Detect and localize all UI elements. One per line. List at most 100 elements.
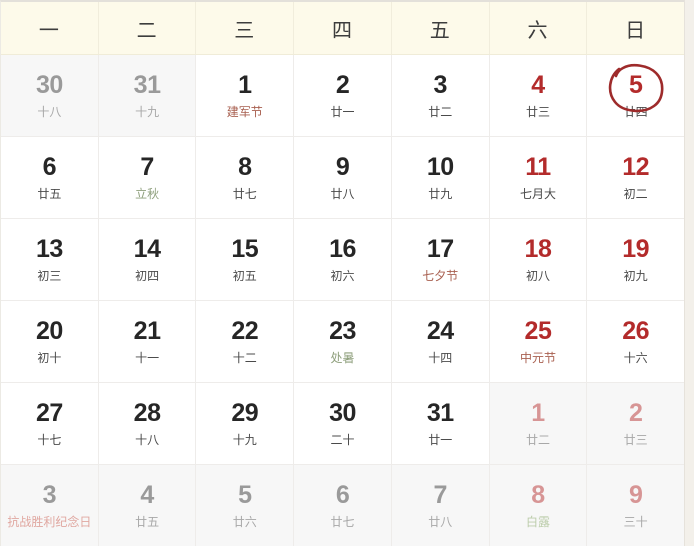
- calendar-day-cell[interactable]: 31 廿一: [391, 383, 490, 464]
- day-number: 31: [426, 399, 454, 427]
- day-solar-term-label: 处暑: [330, 351, 355, 365]
- calendar-day-cell[interactable]: 4 廿三: [489, 55, 588, 136]
- calendar-day-cell[interactable]: 1 建军节: [196, 55, 295, 136]
- calendar-day-cell[interactable]: 12 初二: [587, 137, 685, 218]
- calendar-day-cell[interactable]: 9 三十: [587, 465, 685, 546]
- weekday-header-cell-4: 五: [392, 2, 490, 54]
- calendar-day-cell[interactable]: 17 七夕节: [391, 219, 490, 300]
- calendar-day-cell[interactable]: 30 十八: [1, 55, 99, 136]
- day-number: 3: [42, 481, 57, 509]
- calendar-day-cell[interactable]: 7 立秋: [98, 137, 197, 218]
- day-number: 28: [133, 399, 161, 427]
- day-number: 20: [35, 317, 63, 345]
- day-number: 26: [622, 317, 650, 345]
- calendar-day-cell[interactable]: 31 十九: [98, 55, 197, 136]
- calendar-day-cell[interactable]: 20 初十: [1, 301, 99, 382]
- day-number: 27: [35, 399, 63, 427]
- calendar-day-cell[interactable]: 15 初五: [196, 219, 295, 300]
- calendar-day-cell[interactable]: 21 十一: [98, 301, 197, 382]
- day-lunar-label: 初九: [623, 269, 648, 283]
- day-lunar-label: 廿七: [232, 187, 257, 201]
- day-number: 31: [133, 71, 161, 99]
- day-solar-term-label: 立秋: [135, 187, 160, 201]
- day-lunar-label: 初五: [232, 269, 257, 283]
- day-lunar-label: 初六: [330, 269, 355, 283]
- day-number: 30: [329, 399, 356, 427]
- calendar-day-cell[interactable]: 25 中元节: [489, 301, 588, 382]
- day-number: 2: [335, 71, 350, 99]
- day-lunar-label: 廿三: [623, 433, 648, 447]
- day-lunar-label: 十七: [37, 433, 62, 447]
- weekday-header-cell-0: 一: [1, 2, 99, 54]
- calendar-day-cell[interactable]: 2 廿一: [294, 55, 392, 136]
- day-number: 21: [133, 317, 161, 345]
- day-festival-label: 建军节: [226, 105, 263, 119]
- calendar-day-cell[interactable]: 3 抗战胜利纪念日: [1, 465, 99, 546]
- day-lunar-label: 廿五: [135, 515, 160, 529]
- day-number: 23: [329, 317, 356, 345]
- calendar-day-cell[interactable]: 30 二十: [294, 383, 392, 464]
- calendar-week-row: 27 十七 28 十八 29 十九 30 二十 31 廿一 1 廿二 2 廿三: [1, 383, 685, 465]
- day-lunar-label: 十六: [623, 351, 648, 365]
- weekday-header-cell-5: 六: [490, 2, 588, 54]
- day-number: 7: [140, 153, 154, 181]
- day-number: 2: [628, 399, 643, 427]
- day-number: 11: [525, 153, 551, 181]
- day-number: 1: [238, 71, 252, 99]
- day-lunar-label: 廿二: [525, 433, 550, 447]
- calendar-day-cell[interactable]: 29 十九: [196, 383, 295, 464]
- day-number: 18: [524, 235, 552, 263]
- day-lunar-label: 廿七: [330, 515, 355, 529]
- day-lunar-label: 廿四: [623, 105, 648, 119]
- day-number: 12: [622, 153, 650, 181]
- calendar-day-cell[interactable]: 27 十七: [1, 383, 99, 464]
- calendar-day-cell[interactable]: 5 廿六: [196, 465, 295, 546]
- calendar-week-row: 20 初十 21 十一 22 十二 23 处暑 24 十四 25 中元节 26 十六: [1, 301, 685, 383]
- calendar-day-cell[interactable]: 10 廿九: [391, 137, 490, 218]
- calendar-day-cell[interactable]: 18 初八: [489, 219, 588, 300]
- day-lunar-label: 廿三: [525, 105, 550, 119]
- calendar-week-row: 3 抗战胜利纪念日 4 廿五 5 廿六 6 廿七 7 廿八 8 白露 9 三十: [1, 465, 685, 546]
- calendar-day-cell[interactable]: 6 廿五: [1, 137, 99, 218]
- calendar-day-cell[interactable]: 4 廿五: [98, 465, 197, 546]
- calendar-day-cell[interactable]: 3 廿二: [391, 55, 490, 136]
- day-number: 14: [133, 235, 161, 263]
- calendar-day-cell[interactable]: 24 十四: [391, 301, 490, 382]
- calendar-day-cell[interactable]: 13 初三: [1, 219, 99, 300]
- day-number: 5: [628, 71, 643, 99]
- day-number: 24: [426, 317, 454, 345]
- calendar-day-cell[interactable]: 7 廿八: [391, 465, 490, 546]
- calendar-day-cell[interactable]: 9 廿八: [294, 137, 392, 218]
- calendar-day-cell[interactable]: 22 十二: [196, 301, 295, 382]
- calendar-day-cell[interactable]: 23 处暑: [294, 301, 392, 382]
- calendar-day-cell[interactable]: 14 初四: [98, 219, 197, 300]
- calendar-day-cell[interactable]: 1 廿二: [489, 383, 588, 464]
- calendar-day-cell[interactable]: 11 七月大: [489, 137, 588, 218]
- day-lunar-label: 初四: [135, 269, 160, 283]
- calendar-day-cell[interactable]: 16 初六: [294, 219, 392, 300]
- weekday-header-cell-3: 四: [294, 2, 392, 54]
- right-edge-strip: [684, 0, 694, 546]
- day-lunar-label: 十九: [135, 105, 160, 119]
- calendar-day-cell[interactable]: 6 廿七: [294, 465, 392, 546]
- day-lunar-label: 廿五: [37, 187, 62, 201]
- day-number: 6: [42, 153, 57, 181]
- day-number: 6: [335, 481, 350, 509]
- calendar-day-cell[interactable]: 19 初九: [587, 219, 685, 300]
- day-lunar-label: 廿一: [428, 433, 453, 447]
- day-lunar-label: 十四: [428, 351, 453, 365]
- calendar-day-cell[interactable]: 8 廿七: [196, 137, 295, 218]
- day-number: 25: [524, 317, 552, 345]
- calendar-day-cell[interactable]: 5 廿四: [587, 55, 685, 136]
- day-number: 9: [628, 481, 643, 509]
- calendar-day-cell[interactable]: 8 白露: [489, 465, 588, 546]
- day-number: 22: [231, 317, 259, 345]
- calendar-widget: 一二三四五六日 30 十八 31 十九 1 建军节 2 廿一 3 廿二 4 廿三 5 廿四 6 廿五 7 立秋 8 廿…: [0, 0, 694, 546]
- day-lunar-label: 廿二: [428, 105, 453, 119]
- calendar-day-cell[interactable]: 26 十六: [587, 301, 685, 382]
- day-lunar-label: 廿九: [428, 187, 453, 201]
- calendar-day-cell[interactable]: 28 十八: [98, 383, 197, 464]
- day-lunar-label: 三十: [623, 515, 648, 529]
- calendar-day-cell[interactable]: 2 廿三: [587, 383, 685, 464]
- day-festival-label: 抗战胜利纪念日: [7, 515, 92, 529]
